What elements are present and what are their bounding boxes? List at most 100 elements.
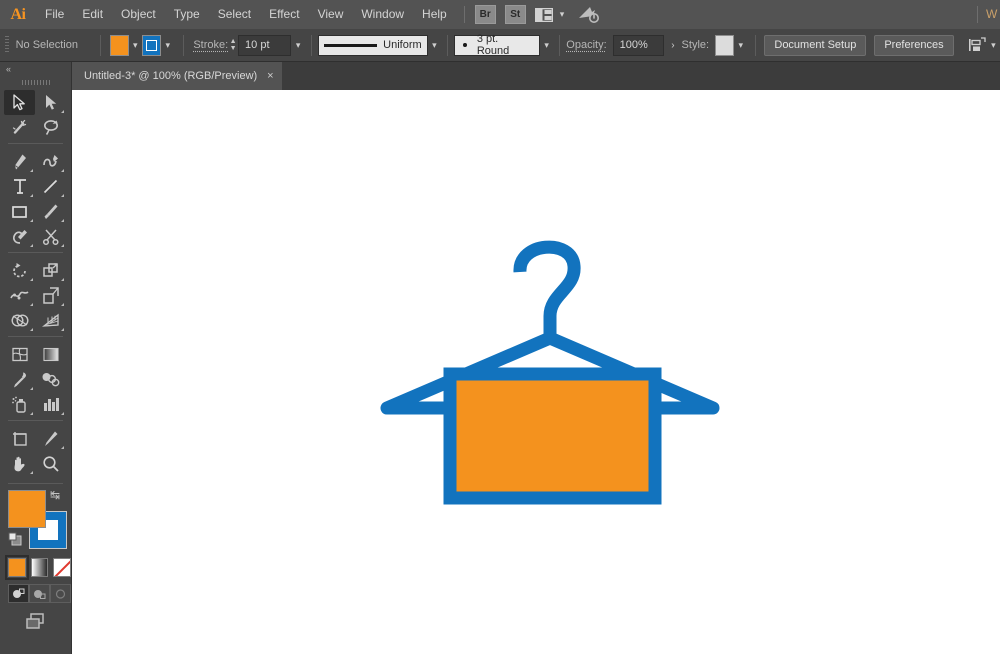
mesh-tool[interactable] [4,342,35,367]
stock-button[interactable]: St [505,5,526,24]
document-tab[interactable]: Untitled-3* @ 100% (RGB/Preview) × [72,62,282,90]
rotate-tool[interactable] [4,258,35,283]
tool-group-color [0,340,71,417]
stroke-profile-chevron-down-icon[interactable]: ▾ [428,35,441,56]
fill-stroke-control: ↹ [8,490,71,554]
towel-rectangle[interactable] [450,374,655,498]
stroke-weight-input[interactable]: 10 pt [238,35,291,56]
menu-file[interactable]: File [36,0,73,29]
artboard-canvas[interactable] [72,90,1000,654]
draw-normal-button[interactable] [8,584,29,603]
none-mode-button[interactable] [53,558,71,577]
brush-definition-select[interactable]: 3 pt. Round [454,35,540,56]
blend-tool[interactable] [35,367,66,392]
gradient-mode-button[interactable] [31,558,49,577]
stroke-weight-chevron-down-icon[interactable]: ▾ [291,35,304,56]
control-divider-5 [559,35,560,56]
menu-select[interactable]: Select [209,0,260,29]
align-objects-icon[interactable] [968,37,987,53]
toolbar-divider-2 [8,252,63,253]
color-mode-button[interactable] [8,558,26,577]
illustrator-window: Ai File Edit Object Type Select Effect V… [0,0,1000,654]
selection-status-label: No Selection [16,39,91,51]
style-chevron-down-icon[interactable]: ▾ [734,35,747,56]
opacity-expand-icon[interactable]: › [664,40,681,51]
hand-tool[interactable] [4,451,35,476]
tool-group-draw [0,147,71,249]
stroke-weight-stepper[interactable]: ▲▼ [228,35,238,56]
align-chevron-down-icon[interactable]: ▾ [987,35,1000,56]
document-setup-button[interactable]: Document Setup [764,35,866,56]
uniform-profile-icon [324,44,377,47]
control-bar: No Selection ▾ ▾ Stroke: ▲▼ 10 pt ▾ Unif… [0,29,1000,62]
stroke-weight-label: Stroke: [193,39,228,51]
toolbar-collapse-icon[interactable]: « [0,62,71,76]
opacity-input[interactable]: 100% [613,35,665,56]
control-bar-grip[interactable] [5,36,9,54]
menu-effect[interactable]: Effect [260,0,308,29]
workspace-divider [977,6,978,23]
screen-mode-row [0,603,71,636]
shape-builder-tool[interactable] [4,308,35,333]
width-warp-tool[interactable] [4,283,35,308]
scissors-eraser-tool[interactable] [35,224,66,249]
lasso-tool[interactable] [35,115,66,140]
change-screen-mode-icon[interactable] [24,612,48,636]
bridge-button[interactable]: Br [475,5,496,24]
default-fill-stroke-icon[interactable] [8,532,22,546]
menu-help[interactable]: Help [413,0,456,29]
hanger-artwork[interactable] [72,90,1000,654]
workspace-layout-icon[interactable] [535,8,553,22]
perspective-grid-tool[interactable] [35,308,66,333]
workspace-name-label[interactable]: W [986,0,1000,29]
shaper-pencil-tool[interactable] [4,224,35,249]
paintbrush-tool[interactable] [35,199,66,224]
zoom-tool[interactable] [35,451,66,476]
document-tab-bar: Untitled-3* @ 100% (RGB/Preview) × [0,62,1000,90]
toolbar-grip[interactable] [0,76,71,88]
curvature-tool[interactable] [35,149,66,174]
swap-fill-stroke-icon[interactable]: ↹ [50,488,60,502]
opacity-label: Opacity: [566,39,606,51]
fill-color-control[interactable] [8,490,46,528]
brush-definition-chevron-down-icon[interactable]: ▾ [540,35,553,56]
menu-object[interactable]: Object [112,0,165,29]
slice-tool[interactable] [35,426,66,451]
hanger-hook[interactable] [520,247,574,338]
scale-tool[interactable] [35,258,66,283]
pen-tool[interactable] [4,149,35,174]
stroke-color-swatch[interactable] [142,35,161,56]
workspace-chevron-down-icon[interactable]: ▾ [560,9,565,20]
column-graph-tool[interactable] [35,392,66,417]
brush-round-icon [463,43,467,47]
direct-selection-tool[interactable] [35,90,66,115]
free-transform-tool[interactable] [35,283,66,308]
stroke-profile-select[interactable]: Uniform [318,35,428,56]
control-divider-4 [447,35,448,56]
eyedropper-tool[interactable] [4,367,35,392]
fill-chevron-down-icon[interactable]: ▾ [129,35,142,56]
menu-type[interactable]: Type [165,0,209,29]
close-icon[interactable]: × [267,71,273,82]
graphic-style-swatch[interactable] [715,35,734,56]
selection-tool[interactable] [4,90,35,115]
power-search-icon[interactable] [578,6,600,24]
stroke-chevron-down-icon[interactable]: ▾ [161,35,174,56]
type-tool[interactable] [4,174,35,199]
draw-mode-row [0,577,71,603]
control-divider-2 [183,35,184,56]
rectangle-tool[interactable] [4,199,35,224]
gradient-tool[interactable] [35,342,66,367]
magic-wand-tool[interactable] [4,115,35,140]
draw-inside-button[interactable] [50,584,71,603]
style-label: Style: [682,39,710,51]
preferences-button[interactable]: Preferences [874,35,953,56]
symbol-sprayer-tool[interactable] [4,392,35,417]
menu-view[interactable]: View [309,0,353,29]
artboard-tool[interactable] [4,426,35,451]
line-segment-tool[interactable] [35,174,66,199]
menu-edit[interactable]: Edit [73,0,112,29]
draw-behind-button[interactable] [29,584,50,603]
fill-color-swatch[interactable] [110,35,129,56]
menu-window[interactable]: Window [352,0,413,29]
